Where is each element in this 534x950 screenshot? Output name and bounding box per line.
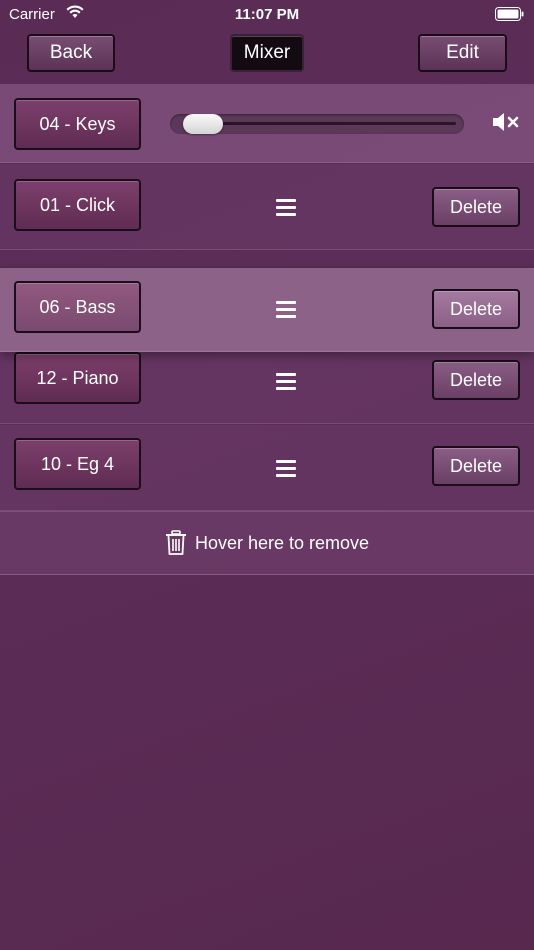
track-name-button[interactable]: 06 - Bass <box>14 281 141 333</box>
reorder-handle-icon[interactable] <box>276 373 296 394</box>
reorder-handle-icon[interactable] <box>276 301 296 322</box>
delete-button[interactable]: Delete <box>432 446 520 486</box>
remove-drop-zone[interactable]: Hover here to remove <box>0 511 534 575</box>
reorder-handle-icon[interactable] <box>276 199 296 220</box>
battery-icon <box>495 7 525 25</box>
clock: 11:07 PM <box>234 6 300 23</box>
track-name-button[interactable]: 01 - Click <box>14 179 141 231</box>
master-track-name-button[interactable]: 04 - Keys <box>14 98 141 150</box>
track-row: 01 - Click Delete <box>0 164 534 250</box>
mute-icon[interactable] <box>491 111 521 138</box>
delete-button[interactable]: Delete <box>432 360 520 400</box>
mixer-title-button[interactable]: Mixer <box>230 34 304 72</box>
delete-button[interactable]: Delete <box>432 187 520 227</box>
back-button[interactable]: Back <box>27 34 115 72</box>
status-bar: Carrier 11:07 PM <box>0 0 534 28</box>
track-row-dragging[interactable]: 06 - Bass Delete <box>0 268 534 352</box>
slider-thumb[interactable] <box>183 114 223 134</box>
reorder-handle-icon[interactable] <box>276 460 296 481</box>
master-track-row: 04 - Keys <box>0 84 534 163</box>
trash-icon <box>165 530 186 555</box>
track-name-button[interactable]: 12 - Piano <box>14 352 141 404</box>
slider-track-line <box>184 122 456 125</box>
remove-zone-label: Hover here to remove <box>194 532 370 553</box>
track-row: 10 - Eg 4 Delete <box>0 425 534 511</box>
track-name-button[interactable]: 10 - Eg 4 <box>14 438 141 490</box>
delete-button[interactable]: Delete <box>432 289 520 329</box>
edit-button[interactable]: Edit <box>418 34 507 72</box>
nav-bar: Back Mixer Edit <box>0 28 534 82</box>
volume-slider[interactable] <box>170 114 464 134</box>
